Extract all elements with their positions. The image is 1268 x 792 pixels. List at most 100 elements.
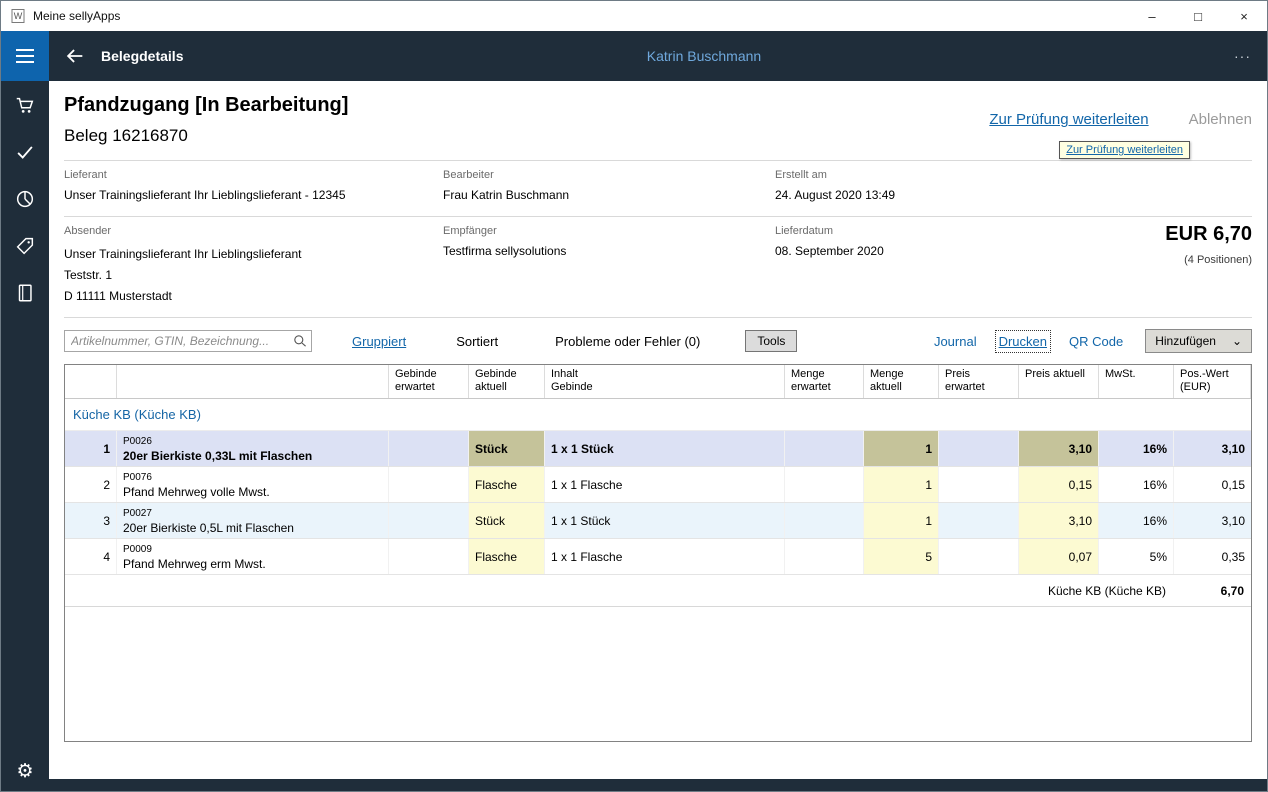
reject-link[interactable]: Ablehnen bbox=[1189, 111, 1252, 128]
journal-link[interactable]: Journal bbox=[934, 334, 977, 349]
gebinde-erwartet-cell bbox=[389, 467, 469, 502]
preis-aktuell-cell[interactable]: 3,10 bbox=[1019, 431, 1099, 466]
search-icon[interactable] bbox=[292, 333, 308, 352]
toolbar: Gruppiert Sortiert Probleme oder Fehler … bbox=[64, 318, 1252, 364]
document-header: Pfandzugang [In Bearbeitung] Beleg 16216… bbox=[64, 81, 1252, 160]
header-preis-aktuell: Preis aktuell bbox=[1019, 365, 1099, 398]
positions-count: (4 Positionen) bbox=[1165, 254, 1252, 266]
check-icon[interactable] bbox=[14, 141, 36, 163]
sortiert-toggle[interactable]: Sortiert bbox=[456, 334, 498, 349]
sidebar: ⚙ bbox=[1, 81, 49, 791]
titlebar: W Meine sellyApps – □ × bbox=[1, 1, 1267, 31]
pos-wert-cell: 0,35 bbox=[1174, 539, 1251, 574]
menge-aktuell-cell[interactable]: 1 bbox=[864, 503, 939, 538]
menge-aktuell-cell[interactable]: 1 bbox=[864, 467, 939, 502]
preis-erwartet-cell bbox=[939, 467, 1019, 502]
hinzufuegen-button[interactable]: Hinzufügen ⌄ bbox=[1145, 329, 1252, 353]
empfaenger-value: Testfirma sellysolutions bbox=[443, 244, 775, 258]
hamburger-menu-icon[interactable] bbox=[1, 31, 49, 81]
gruppiert-toggle[interactable]: Gruppiert bbox=[352, 334, 406, 349]
app-window: W Meine sellyApps – □ × Belegdetails Kat… bbox=[0, 0, 1268, 792]
gebinde-aktuell-cell[interactable]: Flasche bbox=[469, 467, 545, 502]
header-preis-erwartet: Preis erwartet bbox=[939, 365, 1019, 398]
pos-wert-cell: 0,15 bbox=[1174, 467, 1251, 502]
gebinde-aktuell-cell[interactable]: Stück bbox=[469, 431, 545, 466]
menge-aktuell-cell[interactable]: 1 bbox=[864, 431, 939, 466]
table-row[interactable]: 1 P002620er Bierkiste 0,33L mit Flaschen… bbox=[65, 431, 1251, 467]
pos-wert-cell: 3,10 bbox=[1174, 503, 1251, 538]
inhalt-gebinde-cell: 1 x 1 Stück bbox=[545, 431, 785, 466]
mwst-cell: 5% bbox=[1099, 539, 1174, 574]
book-icon[interactable] bbox=[14, 282, 36, 304]
meta-row-1: Lieferant Unser Trainingslieferant Ihr L… bbox=[64, 161, 1252, 216]
menge-erwartet-cell bbox=[785, 503, 864, 538]
close-icon[interactable]: × bbox=[1221, 1, 1267, 31]
mwst-cell: 16% bbox=[1099, 431, 1174, 466]
toolbar-right: Journal Drucken QR Code Hinzufügen ⌄ bbox=[934, 329, 1252, 353]
main-content: Pfandzugang [In Bearbeitung] Beleg 16216… bbox=[49, 81, 1267, 779]
gebinde-aktuell-cell[interactable]: Flasche bbox=[469, 539, 545, 574]
current-user-link[interactable]: Katrin Buschmann bbox=[141, 48, 1267, 64]
window-controls: – □ × bbox=[1129, 1, 1267, 31]
table-empty-area bbox=[65, 607, 1251, 741]
gebinde-aktuell-cell[interactable]: Stück bbox=[469, 503, 545, 538]
inhalt-gebinde-cell: 1 x 1 Flasche bbox=[545, 467, 785, 502]
total-amount: EUR 6,70 bbox=[1165, 223, 1252, 246]
price-tag-icon[interactable] bbox=[14, 235, 36, 257]
absender-line-1: Unser Trainingslieferant Ihr Lieblingsli… bbox=[64, 244, 443, 265]
preis-aktuell-cell[interactable]: 0,07 bbox=[1019, 539, 1099, 574]
header-num bbox=[65, 365, 117, 398]
header-menge-aktuell: Menge aktuell bbox=[864, 365, 939, 398]
article-code: P0027 bbox=[123, 507, 152, 521]
gebinde-erwartet-cell bbox=[389, 503, 469, 538]
hinzufuegen-label: Hinzufügen bbox=[1155, 334, 1216, 348]
back-arrow-icon[interactable] bbox=[61, 42, 89, 70]
mwst-cell: 16% bbox=[1099, 503, 1174, 538]
menge-erwartet-cell bbox=[785, 539, 864, 574]
inhalt-gebinde-cell: 1 x 1 Flasche bbox=[545, 539, 785, 574]
group-header[interactable]: Küche KB (Küche KB) bbox=[65, 399, 1251, 431]
maximize-icon[interactable]: □ bbox=[1175, 1, 1221, 31]
preis-erwartet-cell bbox=[939, 539, 1019, 574]
header-menge-erwartet: Menge erwartet bbox=[785, 365, 864, 398]
preis-aktuell-cell[interactable]: 0,15 bbox=[1019, 467, 1099, 502]
qr-code-link[interactable]: QR Code bbox=[1069, 334, 1123, 349]
header-gebinde-aktuell: Gebinde aktuell bbox=[469, 365, 545, 398]
erstellt-am-value: 24. August 2020 13:49 bbox=[775, 188, 1252, 202]
header-pos-wert: Pos.-Wert (EUR) bbox=[1174, 365, 1251, 398]
table-row[interactable]: 2 P0076Pfand Mehrweg volle Mwst. Flasche… bbox=[65, 467, 1251, 503]
gear-icon[interactable]: ⚙ bbox=[16, 760, 33, 783]
pos-wert-cell: 3,10 bbox=[1174, 431, 1251, 466]
window-title: Meine sellyApps bbox=[33, 9, 120, 23]
positions-table: Gebinde erwartet Gebinde aktuell Inhalt … bbox=[64, 364, 1252, 742]
forward-link-tooltip: Zur Prüfung weiterleiten bbox=[1059, 141, 1190, 159]
probleme-filter[interactable]: Probleme oder Fehler (0) bbox=[555, 334, 700, 349]
cart-icon[interactable] bbox=[14, 94, 36, 116]
forward-for-review-link[interactable]: Zur Prüfung weiterleiten bbox=[989, 111, 1148, 128]
lieferant-value: Unser Trainingslieferant Ihr Lieblingsli… bbox=[64, 188, 443, 202]
main-wrap: Pfandzugang [In Bearbeitung] Beleg 16216… bbox=[49, 81, 1267, 791]
more-options-icon[interactable]: ··· bbox=[1234, 48, 1251, 64]
bottom-bar bbox=[49, 779, 1267, 791]
article-code: P0076 bbox=[123, 471, 152, 485]
search-input[interactable] bbox=[64, 330, 312, 352]
pie-chart-icon[interactable] bbox=[14, 188, 36, 210]
table-header-row: Gebinde erwartet Gebinde aktuell Inhalt … bbox=[65, 365, 1251, 399]
table-row[interactable]: 3 P002720er Bierkiste 0,5L mit Flaschen … bbox=[65, 503, 1251, 539]
meta-row-2: Absender Unser Trainingslieferant Ihr Li… bbox=[64, 217, 1252, 317]
tools-button[interactable]: Tools bbox=[745, 330, 797, 352]
bearbeiter-label: Bearbeiter bbox=[443, 169, 775, 181]
minimize-icon[interactable]: – bbox=[1129, 1, 1175, 31]
header-gebinde-erwartet: Gebinde erwartet bbox=[389, 365, 469, 398]
table-row[interactable]: 4 P0009Pfand Mehrweg erm Mwst. Flasche 1… bbox=[65, 539, 1251, 575]
preis-aktuell-cell[interactable]: 3,10 bbox=[1019, 503, 1099, 538]
header-article bbox=[117, 365, 389, 398]
menge-aktuell-cell[interactable]: 5 bbox=[864, 539, 939, 574]
app-header: Belegdetails Katrin Buschmann ··· bbox=[1, 31, 1267, 81]
article-name: Pfand Mehrweg volle Mwst. bbox=[123, 485, 270, 499]
drucken-link[interactable]: Drucken bbox=[999, 334, 1047, 349]
svg-text:W: W bbox=[14, 11, 23, 21]
document-actions: Zur Prüfung weiterleiten Ablehnen bbox=[989, 111, 1252, 128]
preis-erwartet-cell bbox=[939, 503, 1019, 538]
absender-label: Absender bbox=[64, 225, 443, 237]
